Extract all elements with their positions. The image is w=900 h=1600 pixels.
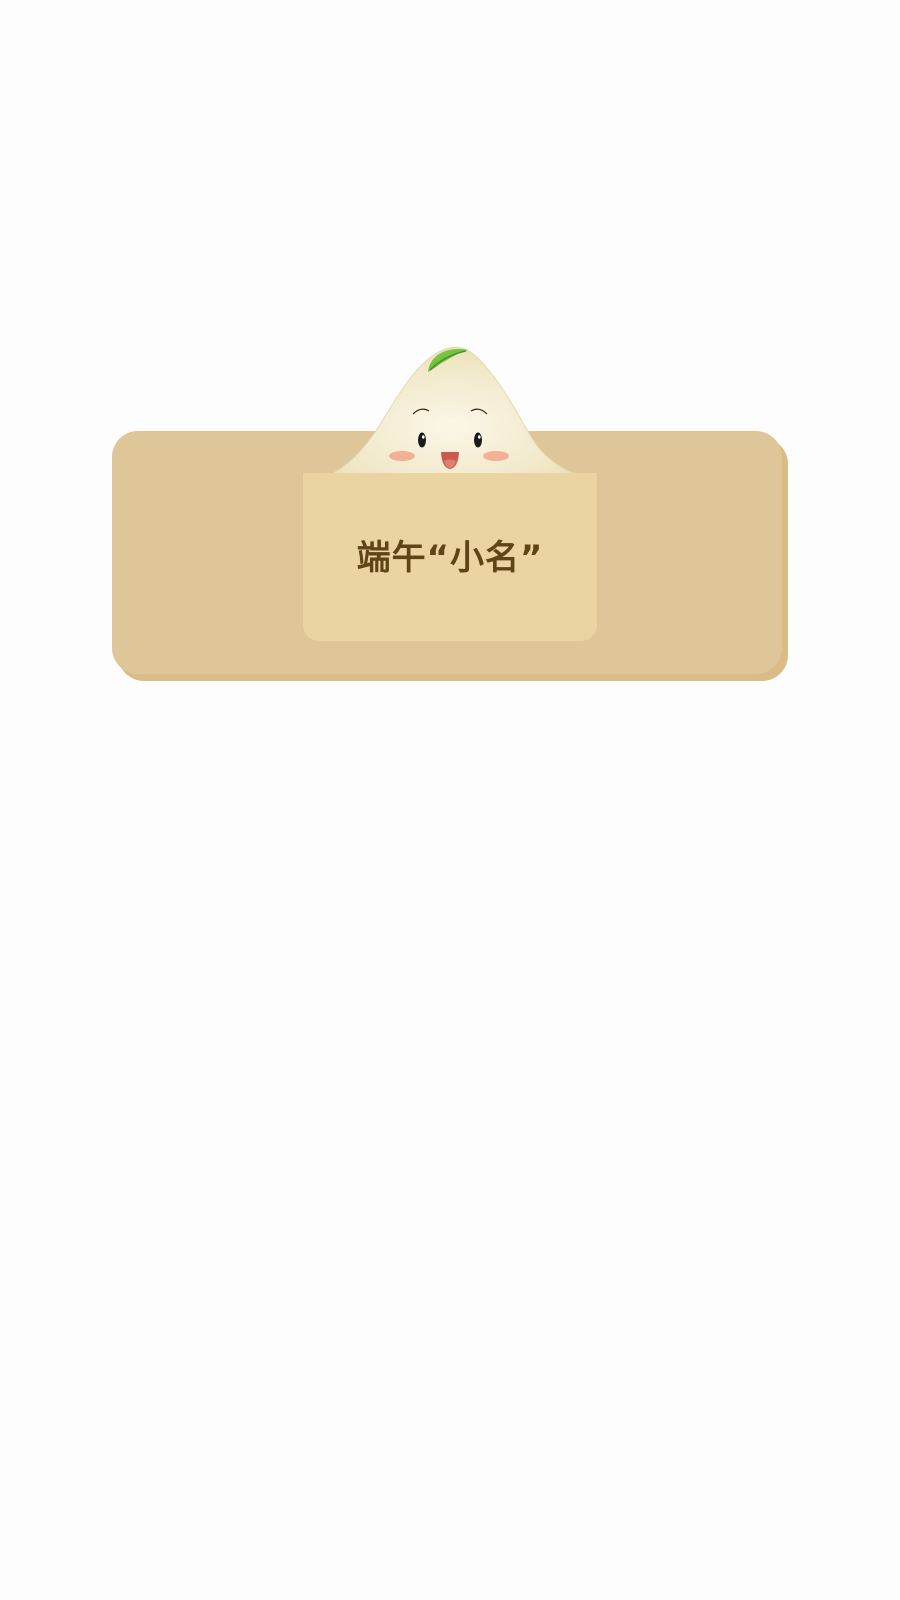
card-title: 端午“小名” <box>356 537 544 578</box>
page: 端午“小名” <box>0 0 900 1600</box>
title-label-panel[interactable]: 端午“小名” <box>303 473 597 641</box>
zongzi-mascot-icon <box>321 346 582 482</box>
